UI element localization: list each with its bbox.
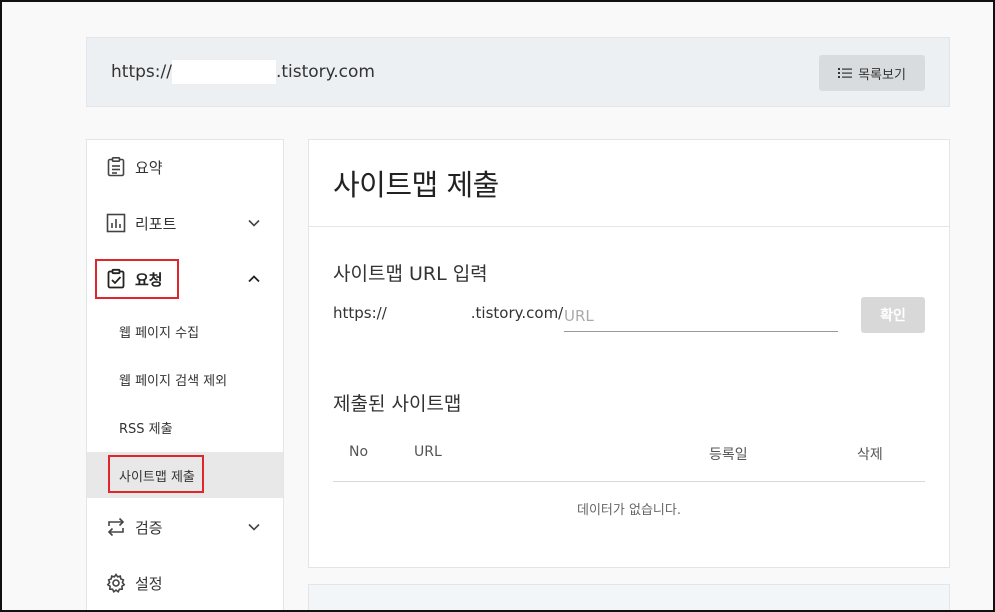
chevron-down-icon (248, 523, 260, 531)
sidebar-subitem-label: 웹 페이지 검색 제외 (119, 373, 228, 389)
sidebar-item-settings[interactable]: 설정 (87, 561, 283, 605)
list-icon (838, 68, 853, 78)
site-url-suffix: .tistory.com (275, 62, 375, 82)
clipboard-check-icon (107, 268, 125, 289)
empty-message: 데이터가 없습니다. (577, 503, 681, 518)
table-header-delete: 삭제 (857, 447, 883, 463)
table-header-date: 등록일 (709, 447, 748, 463)
sidebar-subitem-label: 웹 페이지 수집 (119, 325, 200, 341)
sidebar-subitem-page-crawl[interactable]: 웹 페이지 수집 (87, 308, 283, 354)
sidebar-item-verify[interactable]: 검증 (87, 505, 283, 549)
sidebar-item-summary[interactable]: 요약 (87, 145, 283, 189)
sidebar-item-label: 요청 (135, 270, 163, 289)
sidebar-subitem-label: RSS 제출 (119, 421, 173, 437)
sitemap-url-input[interactable] (564, 300, 838, 332)
chart-icon (106, 213, 126, 233)
bottom-panel (308, 584, 950, 612)
sidebar-subitem-label: 사이트맵 제출 (119, 469, 195, 485)
table-header-url: URL (414, 444, 442, 460)
gear-icon (106, 573, 126, 594)
page-title: 사이트맵 제출 (333, 168, 499, 202)
section-title-input: 사이트맵 URL 입력 (333, 263, 488, 285)
redacted-blog-name (386, 303, 471, 323)
sitemap-url-prefix: https:// .tistory.com/ (333, 303, 563, 323)
sidebar-item-label: 요약 (135, 158, 163, 177)
redacted-blog-name (171, 60, 276, 84)
sidebar-item-label: 검증 (135, 518, 163, 537)
url-prefix-domain: .tistory.com/ (470, 304, 564, 322)
list-view-button[interactable]: 목록보기 (819, 55, 925, 91)
site-url-prefix: https:// (111, 62, 172, 82)
list-view-label: 목록보기 (858, 67, 906, 83)
section-title-submitted: 제출된 사이트맵 (333, 393, 462, 415)
sidebar-subitem-sitemap[interactable]: 사이트맵 제출 (87, 452, 283, 498)
clipboard-icon (107, 156, 125, 177)
table-header-no: No (349, 444, 369, 460)
sidebar-subitem-page-exclude[interactable]: 웹 페이지 검색 제외 (87, 356, 283, 402)
swap-icon (107, 517, 125, 537)
confirm-button[interactable]: 확인 (861, 297, 925, 333)
url-prefix-scheme: https:// (333, 304, 387, 322)
site-url-bar: https:// .tistory.com 목록보기 (86, 37, 950, 107)
sidebar: 요약 리포트 요청 웹 페이지 수집 웹 페이지 검색 제외 RSS 제출 사이… (86, 139, 284, 612)
chevron-up-icon (248, 275, 260, 283)
sidebar-item-report[interactable]: 리포트 (87, 201, 283, 245)
divider (309, 226, 949, 227)
site-url: https:// .tistory.com (111, 60, 375, 84)
sidebar-item-request[interactable]: 요청 (87, 257, 283, 301)
sidebar-subitem-rss[interactable]: RSS 제출 (87, 404, 283, 450)
table-divider (333, 481, 925, 482)
sitemap-panel: 사이트맵 제출 사이트맵 URL 입력 https:// .tistory.co… (308, 139, 950, 568)
sidebar-item-label: 설정 (135, 574, 163, 593)
sidebar-item-label: 리포트 (135, 214, 177, 233)
chevron-down-icon (248, 219, 260, 227)
